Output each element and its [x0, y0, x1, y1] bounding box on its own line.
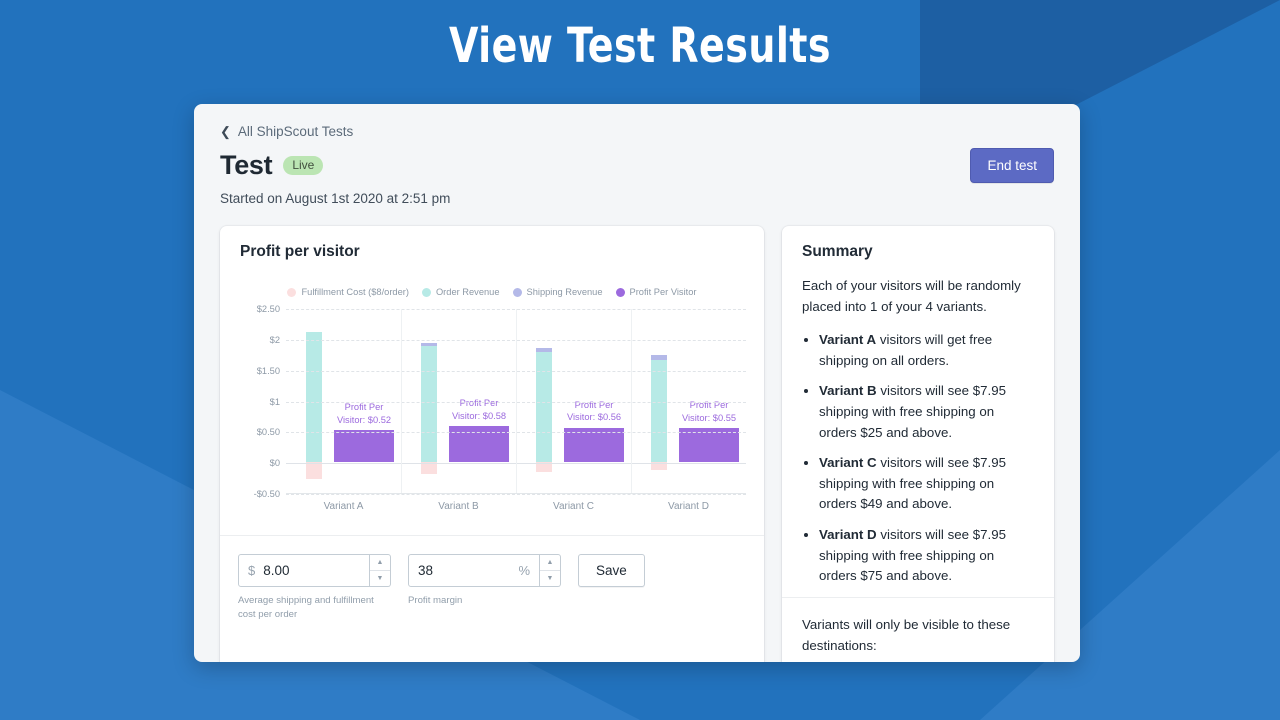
cost-field-group: $ 8.00 ▲ ▼ Average shipping and fulfillm… [238, 554, 391, 622]
summary-title: Summary [802, 243, 873, 260]
group-separator [401, 309, 402, 493]
margin-field-group: 38 % ▲ ▼ Profit margin [408, 554, 561, 608]
app-window: ❮ All ShipScout Tests Test Live End test… [194, 104, 1080, 662]
breadcrumb[interactable]: ❮ All ShipScout Tests [220, 124, 1054, 139]
x-axis-tick-label: Variant B [438, 501, 479, 512]
y-axis-tick-label: -$0.50 [253, 489, 280, 499]
group-separator [631, 309, 632, 493]
x-axis-tick-label: Variant D [668, 501, 709, 512]
title-row: Test Live End test [220, 148, 1054, 183]
legend-label: Fulfillment Cost ($8/order) [301, 287, 409, 297]
y-axis-tick-label: $0 [269, 458, 280, 469]
variant-name: Variant B [819, 383, 877, 399]
margin-input-shell: 38 % ▲ ▼ [408, 554, 561, 587]
bar-shipping-revenue [536, 348, 552, 353]
destinations-intro: Variants will only be visible to these d… [802, 616, 1011, 653]
save-button[interactable]: Save [578, 554, 645, 587]
summary-variant-list: Variant A visitors will get free shippin… [802, 330, 1034, 587]
gridline [286, 494, 746, 495]
legend-swatch-icon [287, 287, 297, 297]
variant-name: Variant A [819, 332, 877, 348]
cost-stepper-up[interactable]: ▲ [370, 555, 390, 571]
bar-order-revenue [421, 346, 437, 463]
cost-hint: Average shipping and fulfillment cost pe… [238, 595, 374, 620]
margin-stepper[interactable]: ▲ ▼ [540, 554, 561, 587]
summary-intro: Each of your visitors will be randomly p… [802, 278, 1021, 314]
bar-fulfillment-cost [306, 462, 322, 479]
variant-name: Variant D [819, 527, 877, 543]
chart-card: Profit per visitor Fulfillment Cost ($8/… [220, 226, 764, 662]
legend-label: Shipping Revenue [526, 287, 603, 297]
cost-input-shell: $ 8.00 ▲ ▼ [238, 554, 391, 587]
profit-data-label: Profit Per Visitor: $0.52 [336, 402, 392, 425]
legend-swatch-icon [615, 287, 625, 297]
summary-body: Summary Each of your visitors will be ra… [782, 226, 1054, 587]
variant-name: Variant C [819, 455, 877, 471]
status-badge: Live [283, 155, 324, 176]
page-title: View Test Results [449, 18, 831, 74]
page-heading: Test [220, 150, 273, 180]
legend-label: Profit Per Visitor [629, 287, 697, 297]
end-test-button[interactable]: End test [970, 148, 1054, 183]
summary-list-item: Variant C visitors will see $7.95 shippi… [819, 453, 1034, 515]
y-axis-tick-label: $2.50 [256, 304, 280, 314]
chart-plot-area: $2.50 $2 $1.50 $1 $0.50 $0 -$0.50 Profit Per V… [238, 304, 746, 519]
margin-value: 38 [418, 563, 434, 578]
chart-title: Profit per visitor [240, 243, 360, 260]
profit-data-label: Profit Per Visitor: $0.55 [681, 400, 737, 423]
currency-prefix: $ [248, 563, 256, 578]
content-columns: Profit per visitor Fulfillment Cost ($8/… [220, 226, 1054, 662]
margin-input[interactable]: 38 % [408, 554, 540, 587]
legend-item: Profit Per Visitor [615, 287, 697, 297]
y-axis-tick-label: $0.50 [256, 427, 280, 438]
legend-swatch-icon [421, 287, 431, 297]
group-separator [516, 309, 517, 493]
x-axis-tick-label: Variant C [553, 501, 594, 512]
chevron-left-icon: ❮ [220, 124, 231, 139]
bar-order-revenue [536, 352, 552, 463]
chart-plot: Profit Per Visitor: $0.52 Profit Per Visi… [286, 309, 746, 495]
summary-list-item: Variant D visitors will see $7.95 shippi… [819, 525, 1034, 587]
bar-order-revenue [306, 332, 322, 463]
percent-suffix: % [518, 563, 530, 578]
legend-label: Order Revenue [435, 287, 500, 297]
legend-item: Shipping Revenue [512, 287, 603, 297]
bar-profit-per-visitor [334, 430, 394, 463]
cost-stepper[interactable]: ▲ ▼ [370, 554, 391, 587]
x-axis-tick-label: Variant A [323, 501, 364, 512]
bar-order-revenue [651, 360, 667, 463]
chart-controls: $ 8.00 ▲ ▼ Average shipping and fulfillm… [220, 535, 764, 642]
bar-shipping-revenue [421, 343, 437, 347]
summary-list-item: Variant A visitors will get free shippin… [819, 330, 1034, 371]
legend-swatch-icon [512, 287, 522, 297]
breadcrumb-label: All ShipScout Tests [237, 124, 354, 139]
bar-profit-per-visitor [679, 428, 739, 463]
title-left-group: Test Live [220, 150, 324, 181]
summary-list-item: Variant B visitors will see $7.95 shippi… [819, 381, 1034, 443]
destinations-section: Variants will only be visible to these d… [782, 596, 1054, 662]
bar-shipping-revenue [651, 354, 667, 361]
summary-card: Summary Each of your visitors will be ra… [782, 226, 1054, 662]
started-on-text: Started on August 1st 2020 at 2:51 pm [220, 191, 451, 206]
cost-stepper-down[interactable]: ▼ [370, 571, 390, 586]
y-axis-labels: $2.50 $2 $1.50 $1 $0.50 $0 -$0.50 [238, 304, 284, 499]
cost-input[interactable]: $ 8.00 [238, 554, 370, 587]
cost-value: 8.00 [263, 563, 290, 578]
y-axis-tick-label: $1 [269, 396, 280, 407]
margin-stepper-up[interactable]: ▲ [540, 555, 560, 571]
legend-item: Fulfillment Cost ($8/order) [287, 287, 409, 297]
x-axis-labels: Variant A Variant B Variant C Variant D [286, 501, 746, 512]
chart-legend: Fulfillment Cost ($8/order) Order Revenue… [220, 287, 764, 297]
y-axis-tick-label: $1.50 [256, 365, 280, 376]
margin-hint: Profit margin [408, 595, 463, 606]
legend-item: Order Revenue [421, 287, 500, 297]
margin-stepper-down[interactable]: ▼ [540, 571, 560, 586]
y-axis-tick-label: $2 [269, 334, 280, 345]
